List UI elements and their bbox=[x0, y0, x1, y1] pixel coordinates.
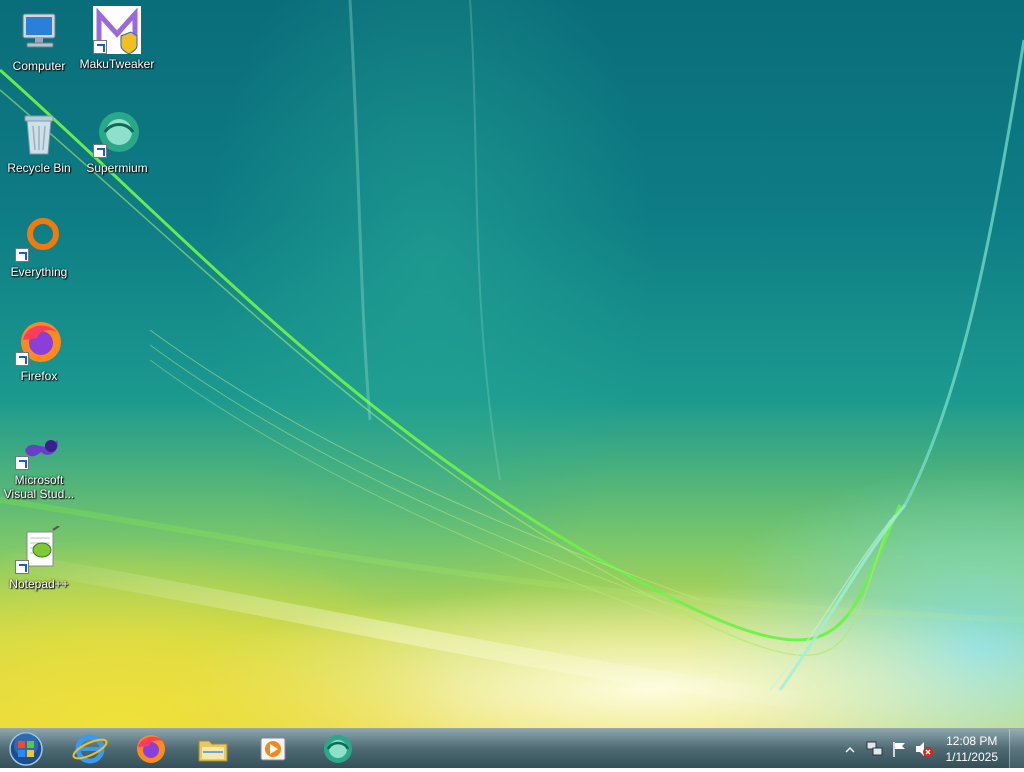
supermium-icon bbox=[324, 735, 352, 763]
computer-icon bbox=[15, 8, 63, 56]
desktop-icon-supermium[interactable]: Supermium bbox=[79, 110, 155, 175]
taskbar-firefox[interactable] bbox=[131, 731, 171, 767]
desktop-icon-notepadpp[interactable]: Notepad++ bbox=[1, 525, 77, 591]
clock-time: 12:08 PM bbox=[946, 734, 998, 748]
internet-explorer-icon bbox=[72, 734, 108, 764]
firefox-icon bbox=[15, 318, 63, 366]
desktop-icon-label: Everything bbox=[10, 265, 68, 279]
desktop-icon-label: Microsoft Visual Stud... bbox=[3, 473, 75, 501]
media-player-icon bbox=[260, 737, 286, 761]
desktop-icon-everything[interactable]: Everything bbox=[1, 214, 77, 279]
taskbar-media-player[interactable] bbox=[253, 731, 293, 767]
desktop-icon-label: Supermium bbox=[86, 161, 148, 175]
recycle-bin-icon bbox=[15, 110, 63, 158]
desktop-icon-label: MakuTweaker bbox=[79, 57, 155, 71]
desktop-icon-visual-studio[interactable]: Microsoft Visual Stud... bbox=[1, 422, 77, 501]
firefox-icon bbox=[137, 735, 165, 763]
desktop-icon-label: Recycle Bin bbox=[7, 161, 71, 175]
shortcut-arrow-icon bbox=[15, 352, 29, 366]
start-orb-icon bbox=[9, 732, 43, 766]
desktop-icon-label: Firefox bbox=[20, 369, 58, 383]
start-button[interactable] bbox=[6, 731, 46, 767]
action-center-flag-icon[interactable] bbox=[890, 740, 908, 763]
notepadpp-icon bbox=[15, 525, 63, 574]
desktop-icon-label: Notepad++ bbox=[9, 577, 69, 591]
file-explorer-icon bbox=[198, 740, 228, 762]
clock-date: 1/11/2025 bbox=[945, 750, 999, 764]
taskbar-supermium[interactable] bbox=[318, 731, 358, 767]
makutweaker-icon bbox=[93, 6, 141, 55]
shortcut-arrow-icon bbox=[15, 248, 29, 262]
show-desktop-button[interactable] bbox=[1009, 729, 1024, 769]
desktop-icon-firefox[interactable]: Firefox bbox=[1, 318, 77, 383]
shortcut-arrow-icon bbox=[15, 456, 29, 470]
system-clock[interactable]: 12:08 PM 1/11/2025 bbox=[946, 733, 999, 765]
supermium-icon bbox=[93, 110, 141, 158]
desktop[interactable]: Computer Recycle Bin Everything Firefox … bbox=[0, 0, 1024, 728]
network-icon[interactable] bbox=[866, 740, 884, 763]
taskbar: 12:08 PM 1/11/2025 bbox=[0, 728, 1024, 769]
shortcut-arrow-icon bbox=[15, 560, 29, 574]
desktop-icon-makutweaker[interactable]: MakuTweaker bbox=[79, 6, 155, 71]
shortcut-arrow-icon bbox=[93, 40, 107, 54]
taskbar-internet-explorer[interactable] bbox=[70, 731, 110, 767]
desktop-icon-computer[interactable]: Computer bbox=[1, 8, 77, 73]
show-hidden-icons-chevron[interactable] bbox=[845, 742, 855, 760]
volume-muted-icon[interactable] bbox=[914, 740, 934, 763]
desktop-icon-label: Computer bbox=[12, 59, 66, 73]
desktop-icon-recycle-bin[interactable]: Recycle Bin bbox=[1, 110, 77, 175]
shortcut-arrow-icon bbox=[93, 144, 107, 158]
visual-studio-icon bbox=[15, 422, 63, 470]
everything-icon bbox=[15, 214, 63, 262]
taskbar-file-explorer[interactable] bbox=[193, 731, 233, 767]
